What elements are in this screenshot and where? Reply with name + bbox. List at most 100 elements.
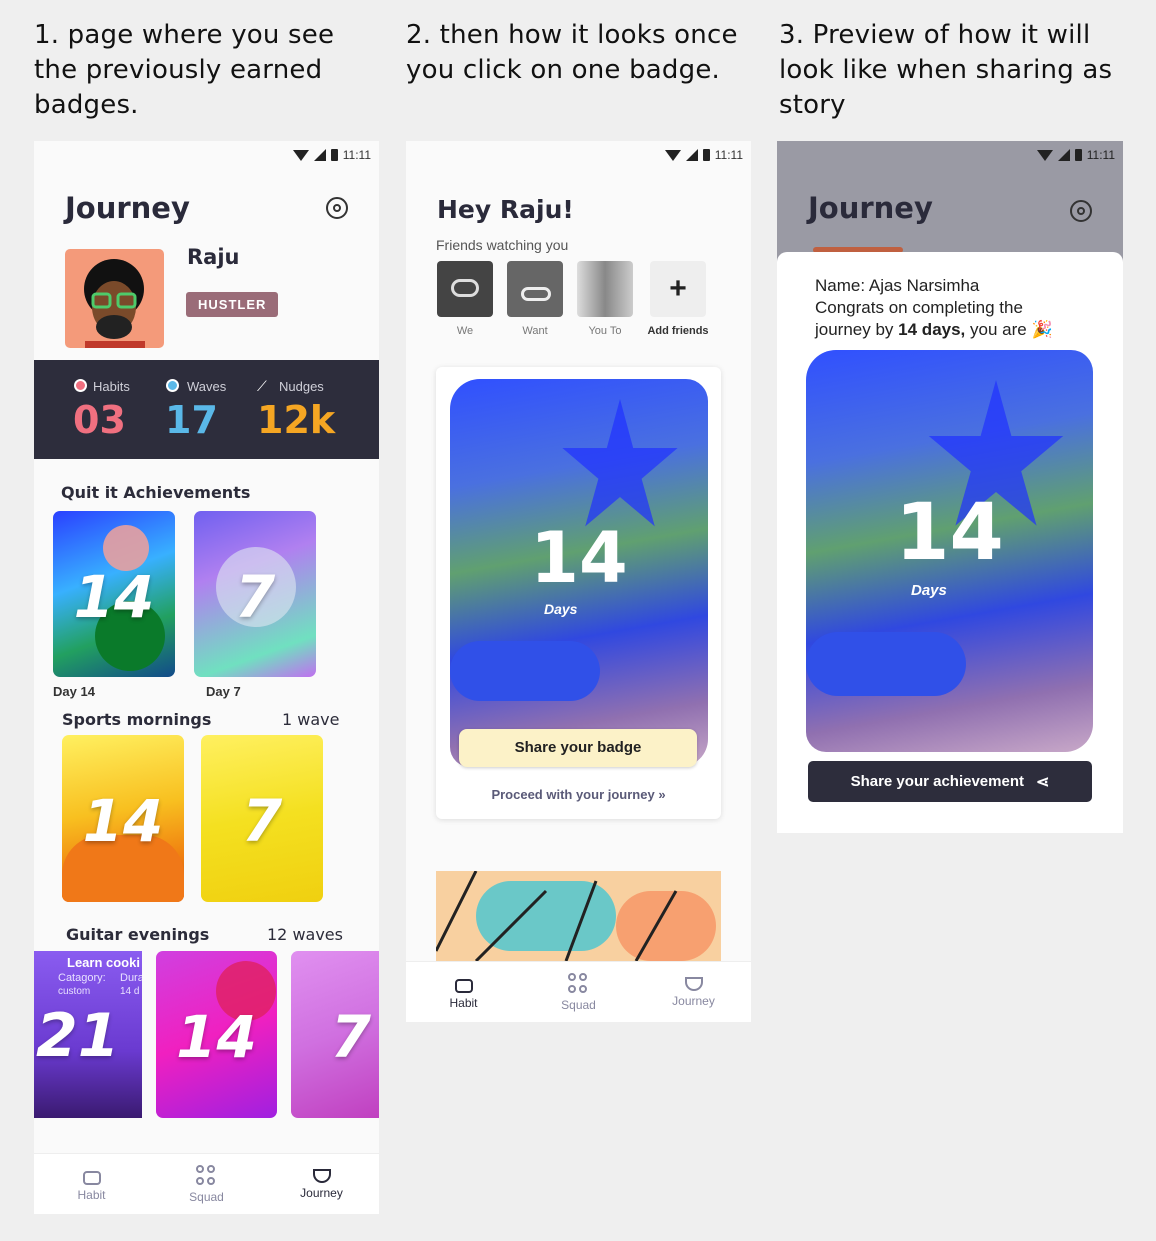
card-duration-value: 14 d — [120, 986, 140, 997]
stat-value-waves: 17 — [165, 398, 218, 442]
badge-caption: Day 14 — [53, 684, 95, 699]
stats-panel: Habits 03 Waves 17 ⟋ Nudges 12k — [34, 360, 379, 459]
share-badge-button[interactable]: Share your badge — [459, 729, 697, 767]
guitar-badge-card[interactable]: 14 — [156, 951, 277, 1118]
badge-number: 7 — [241, 787, 283, 855]
screen-share-preview: 11:11 Journey Name: Ajas Narsimha Congra… — [777, 141, 1123, 833]
battery-icon — [330, 149, 338, 161]
stat-value-habits: 03 — [73, 398, 126, 442]
repeat-icon — [82, 1170, 101, 1185]
sports-wave-count: 1 wave — [282, 710, 340, 729]
status-bar: 11:11 — [34, 141, 379, 169]
nav-habit[interactable]: Habit — [424, 975, 504, 1010]
next-badge-preview — [436, 871, 721, 961]
badge-caption: Day 7 — [206, 684, 241, 699]
plus-icon: + — [650, 261, 706, 317]
stat-value-nudges: 12k — [257, 398, 336, 442]
signal-icon — [313, 149, 326, 161]
badge-number: 7 — [234, 563, 276, 631]
card-category-label: Catagory: — [58, 972, 106, 984]
star-icon — [74, 379, 87, 392]
nudge-icon: ⟋ — [257, 378, 267, 394]
badge-number: 14 — [82, 787, 164, 855]
caption-1: 1. page where you see the previously ear… — [34, 20, 335, 120]
guitar-title: Guitar evenings — [66, 925, 210, 944]
status-time: 11:11 — [1086, 148, 1115, 162]
congrats-prefix: journey by — [815, 320, 899, 339]
nav-journey[interactable]: Journey — [654, 976, 734, 1008]
user-name: Raju — [187, 245, 240, 269]
badge-number: 14 — [176, 1003, 257, 1071]
stat-label-waves: Waves — [187, 379, 227, 394]
party-popper-icon: 🎉 — [1031, 320, 1053, 339]
add-friends-button[interactable]: + Add friends — [647, 261, 709, 337]
sports-title: Sports mornings — [62, 710, 212, 729]
nav-journey-label: Journey — [672, 993, 715, 1008]
page-title: Journey — [808, 191, 933, 225]
quit-badge-card[interactable]: 7 — [194, 511, 316, 677]
card-duration-label: Dura — [120, 972, 142, 984]
proceed-link[interactable]: Proceed with your journey » — [436, 787, 721, 802]
sports-badge-card[interactable]: 7 — [201, 735, 323, 902]
repeat-icon — [454, 978, 473, 993]
status-bar: 11:11 — [406, 141, 751, 169]
friend-avatar — [437, 261, 493, 317]
congrats-suffix: you are — [965, 320, 1027, 339]
trophy-icon — [312, 1168, 331, 1183]
share-congrats-line1: Congrats on completing the — [815, 298, 1023, 317]
badge-number: 21 — [36, 1001, 120, 1071]
big-badge: 14 Days — [450, 379, 708, 767]
status-time: 11:11 — [342, 148, 371, 162]
gear-icon[interactable] — [1070, 200, 1092, 222]
add-friends-label: Add friends — [647, 325, 709, 337]
proceed-label: Proceed with your journey — [491, 787, 655, 802]
badge-unit: Days — [544, 601, 578, 617]
share-achievement-button[interactable]: Share your achievement ⋖ — [808, 761, 1092, 802]
nav-squad-label: Squad — [189, 1189, 224, 1204]
gear-icon[interactable] — [326, 197, 348, 219]
friend-name: We — [456, 325, 474, 337]
guitar-wave-count: 12 waves — [267, 925, 343, 944]
screen-journey: 11:11 Journey Raju HUSTLER Habits 03 Wav… — [34, 141, 379, 1214]
share-name-line: Name: Ajas Narsimha — [815, 276, 980, 295]
drop-icon — [166, 379, 179, 392]
signal-icon — [685, 149, 698, 161]
card-habit-name: Learn cooki — [67, 955, 140, 970]
sports-badge-card[interactable]: 14 — [62, 735, 184, 902]
squad-icon — [567, 972, 590, 995]
battery-icon — [1074, 149, 1082, 161]
quit-achievements-title: Quit it Achievements — [61, 483, 251, 502]
friend-name: You To — [588, 325, 622, 337]
nav-squad[interactable]: Squad — [167, 1164, 247, 1204]
caption-3: 3. Preview of how it will look like when… — [779, 20, 1113, 120]
badge-number: 7 — [330, 1003, 371, 1071]
greeting-title: Hey Raju! — [437, 195, 574, 224]
double-chevron-icon: » — [658, 787, 666, 802]
badge-number: 14 — [895, 488, 1004, 578]
nav-squad[interactable]: Squad — [539, 972, 619, 1012]
guitar-badge-card[interactable]: Learn cooki Catagory: Dura custom 14 d 2… — [34, 951, 142, 1118]
nav-habit-label: Habit — [77, 1187, 106, 1202]
share-achievement-label: Share your achievement — [850, 773, 1024, 790]
nav-journey[interactable]: Journey — [282, 1168, 362, 1200]
nav-journey-label: Journey — [300, 1185, 343, 1200]
nav-habit-label: Habit — [449, 995, 478, 1010]
share-sheet: Name: Ajas Narsimha Congrats on completi… — [777, 252, 1123, 833]
share-icon: ⋖ — [1036, 773, 1050, 791]
card-category-value: custom — [58, 986, 91, 997]
wifi-icon — [664, 149, 681, 161]
friend-item[interactable]: Want — [505, 261, 565, 337]
nav-habit[interactable]: Habit — [52, 1167, 132, 1202]
friend-item[interactable]: You To — [575, 261, 635, 337]
page-title: Journey — [65, 191, 190, 225]
bottom-nav: Habit Squad Journey — [34, 1153, 379, 1214]
badge-detail-card: 14 Days Share your badge Proceed with yo… — [436, 367, 721, 819]
badge-unit: Days — [911, 582, 947, 599]
quit-badge-card[interactable]: 14 — [53, 511, 175, 677]
friends-label: Friends watching you — [436, 237, 569, 253]
nav-squad-label: Squad — [561, 997, 596, 1012]
user-tag-badge: HUSTLER — [186, 292, 279, 317]
status-bar: 11:11 — [777, 141, 1123, 169]
friend-item[interactable]: We — [435, 261, 495, 337]
guitar-badge-card[interactable]: 7 — [291, 951, 379, 1118]
